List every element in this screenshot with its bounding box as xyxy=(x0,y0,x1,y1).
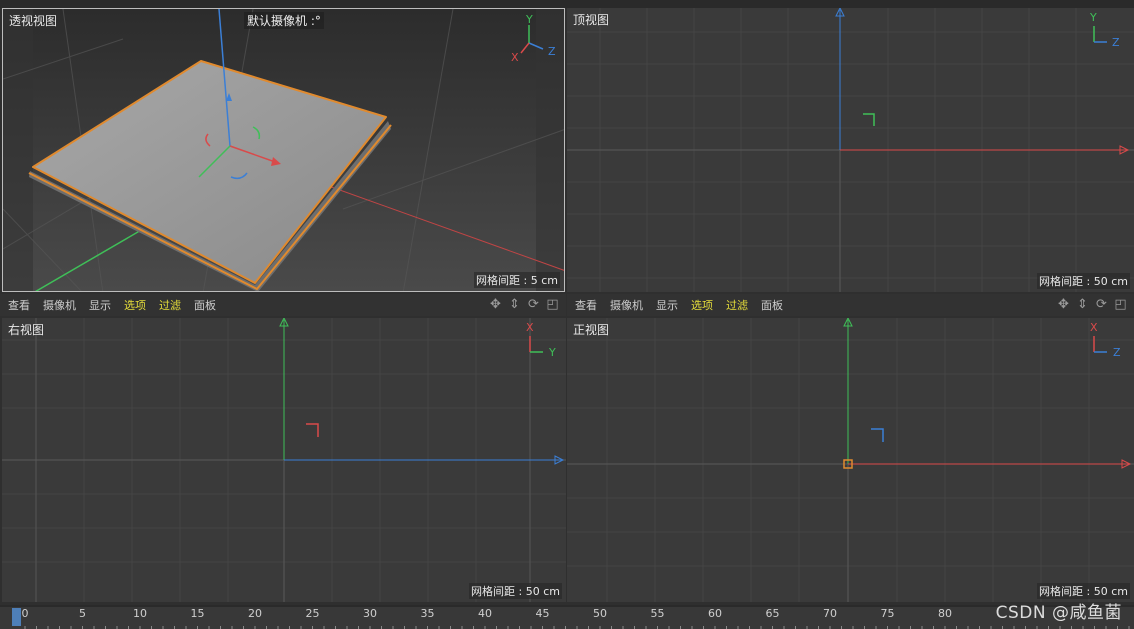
axis-y-label: Y xyxy=(1090,11,1097,24)
perspective-viewport[interactable]: Y Z X 透视视图 默认摄像机 :° 网格间距 : 5 cm xyxy=(2,8,565,292)
axis-z-label: Z xyxy=(1113,346,1121,359)
viewport-menu: 查看 摄像机 显示 选项 过滤 面板 xyxy=(8,297,229,313)
menu-camera[interactable]: 摄像机 xyxy=(610,297,643,313)
maximize-view-icon[interactable]: ◰ xyxy=(1113,297,1128,312)
menu-options[interactable]: 选项 xyxy=(691,297,713,313)
watermark: CSDN @咸鱼菌 xyxy=(995,603,1122,623)
right-viewport[interactable]: X Y 右视图 网格间距 : 50 cm xyxy=(2,318,566,602)
grid-spacing-label: 网格间距 : 5 cm xyxy=(474,272,560,288)
perspective-scene xyxy=(3,9,564,291)
axis-x-label: X xyxy=(511,51,519,64)
viewport-title: 正视图 xyxy=(573,323,610,337)
menu-view[interactable]: 查看 xyxy=(575,297,597,313)
top-scene xyxy=(567,8,1134,292)
grid-spacing-label: 网格间距 : 50 cm xyxy=(469,583,562,599)
timeline[interactable]: 0 5 10 15 20 25 30 35 40 45 50 55 60 65 70 75 80 xyxy=(0,605,1134,629)
viewport-title: 透视视图 xyxy=(9,14,58,28)
cinema4d-viewport-layout: Y Z X 透视视图 默认摄像机 :° 网格间距 : 5 cm Y Z 顶视图 … xyxy=(0,0,1134,629)
menu-options[interactable]: 选项 xyxy=(124,297,146,313)
viewport-nav-icons: ✥ ⇕ ⟳ ◰ xyxy=(1056,297,1128,312)
axis-z-label: Z xyxy=(1112,36,1120,49)
viewport-title: 右视图 xyxy=(8,323,45,337)
menu-display[interactable]: 显示 xyxy=(656,297,678,313)
axis-y-label: Y xyxy=(526,13,533,26)
axis-x-label: X xyxy=(1090,321,1098,334)
maximize-view-icon[interactable]: ◰ xyxy=(545,297,560,312)
grid-spacing-label: 网格间距 : 50 cm xyxy=(1037,273,1130,289)
axis-indicator-top xyxy=(1093,26,1107,43)
menu-panel[interactable]: 面板 xyxy=(194,297,216,313)
axis-y-label: Y xyxy=(549,346,556,359)
viewport-toolbar-left: 查看 摄像机 显示 选项 过滤 面板 ✥ ⇕ ⟳ ◰ xyxy=(0,294,566,316)
axis-x-label: X xyxy=(526,321,534,334)
viewport-nav-icons: ✥ ⇕ ⟳ ◰ xyxy=(488,297,560,312)
zoom-view-icon[interactable]: ⇕ xyxy=(507,297,522,312)
front-scene xyxy=(567,318,1134,602)
menu-panel[interactable]: 面板 xyxy=(761,297,783,313)
top-strip xyxy=(0,0,1134,8)
axis-z-label: Z xyxy=(548,45,556,58)
zoom-view-icon[interactable]: ⇕ xyxy=(1075,297,1090,312)
menu-camera[interactable]: 摄像机 xyxy=(43,297,76,313)
move-view-icon[interactable]: ✥ xyxy=(1056,297,1071,312)
rotate-view-icon[interactable]: ⟳ xyxy=(526,297,541,312)
axis-indicator-front xyxy=(1093,336,1107,353)
grid-spacing-label: 网格间距 : 50 cm xyxy=(1037,583,1130,599)
right-scene xyxy=(2,318,566,602)
viewport-menu: 查看 摄像机 显示 选项 过滤 面板 xyxy=(575,297,796,313)
menu-display[interactable]: 显示 xyxy=(89,297,111,313)
axis-indicator-right xyxy=(529,336,543,353)
top-viewport[interactable]: Y Z 顶视图 网格间距 : 50 cm xyxy=(567,8,1134,292)
rotate-view-icon[interactable]: ⟳ xyxy=(1094,297,1109,312)
camera-label[interactable]: 默认摄像机 :° xyxy=(244,12,324,29)
menu-view[interactable]: 查看 xyxy=(8,297,30,313)
move-view-icon[interactable]: ✥ xyxy=(488,297,503,312)
timeline-tick-marks xyxy=(24,626,1130,629)
viewport-title: 顶视图 xyxy=(573,13,610,27)
menu-filter[interactable]: 过滤 xyxy=(159,297,181,313)
menu-filter[interactable]: 过滤 xyxy=(726,297,748,313)
viewport-toolbar-right: 查看 摄像机 显示 选项 过滤 面板 ✥ ⇕ ⟳ ◰ xyxy=(567,294,1134,316)
front-viewport[interactable]: X Z 正视图 网格间距 : 50 cm xyxy=(567,318,1134,602)
